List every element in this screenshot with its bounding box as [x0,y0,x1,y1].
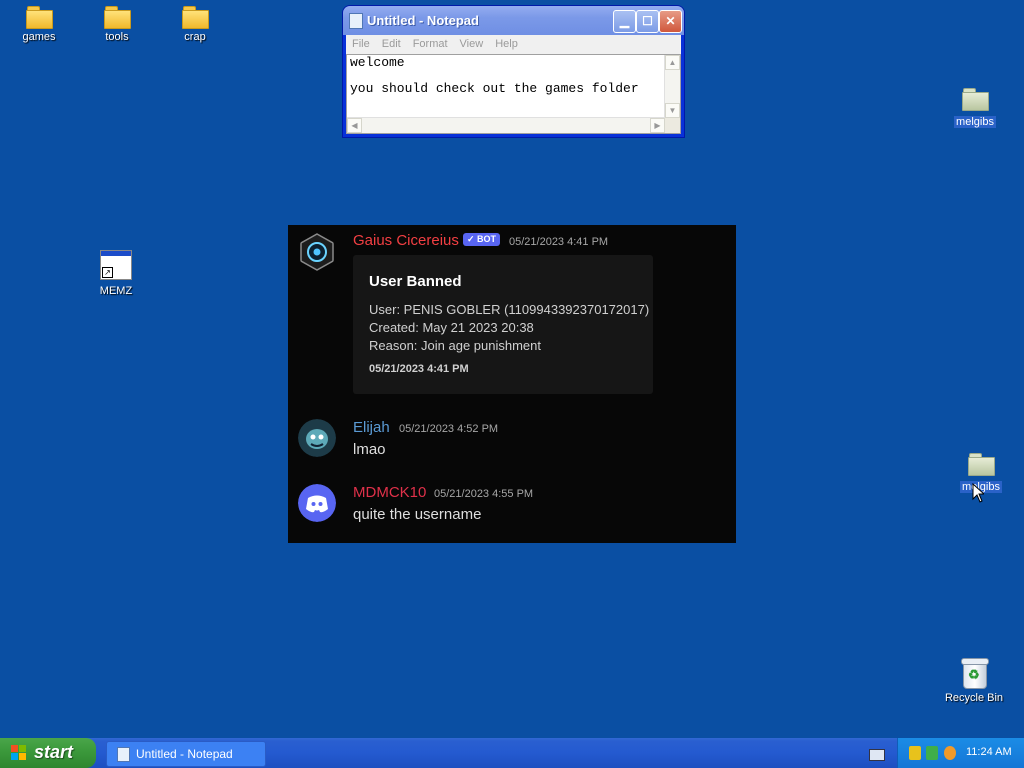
scroll-right-arrow-icon[interactable]: ▶ [650,118,665,133]
desktop-icon-label: Recycle Bin [944,692,1004,704]
notepad-line-2: you should check out the games folder [350,81,639,96]
embed-user-line: User: PENIS GOBLER (1109943392370172017) [369,302,650,317]
menu-edit[interactable]: Edit [376,35,407,50]
taskbar-button-notepad[interactable]: Untitled - Notepad [106,741,266,767]
folder-icon [104,6,131,29]
message-timestamp: 05/21/2023 4:55 PM [434,488,534,500]
desktop-icon-melgibs[interactable]: melgibs [939,88,1011,128]
message-text: lmao [353,441,386,458]
message-text: quite the username [353,506,482,523]
desktop-icon-label: crap [184,31,206,43]
desktop-icon-label: MEMZ [99,285,133,297]
maximize-button[interactable]: ☐ [636,10,659,33]
desktop-icon-recycle-bin[interactable]: ♻ Recycle Bin [938,657,1010,704]
notepad-text-area[interactable]: welcome you should check out the games f… [346,54,681,134]
embed-title: User Banned [369,273,462,290]
menu-format[interactable]: Format [407,35,454,50]
keyboard-icon[interactable] [869,749,885,761]
desktop-icon-label: melgibs [954,116,996,128]
embed-footer-timestamp: 05/21/2023 4:41 PM [369,363,469,375]
notepad-icon [117,747,130,762]
notepad-line-1: welcome [350,55,405,70]
system-tray: 11:24 AM [897,738,1024,768]
bot-badge: ✓ BOT [463,233,501,246]
message-timestamp: 05/21/2023 4:41 PM [509,236,609,248]
scroll-up-arrow-icon[interactable]: ▲ [665,55,680,70]
discord-chat-image: Gaius Cicereius ✓ BOT 05/21/2023 4:41 PM… [288,225,736,543]
window-title: Untitled - Notepad [367,13,479,28]
embed-created-line: Created: May 21 2023 20:38 [369,320,534,335]
folder-icon [968,453,995,476]
discord-default-avatar [298,484,336,522]
resize-grip-icon[interactable] [665,118,680,133]
desktop-icon-label: games [22,31,56,43]
start-button[interactable]: start [0,738,96,768]
magnifier-icon[interactable] [944,746,956,760]
notepad-icon [349,13,363,29]
desktop-icon-crap[interactable]: crap [159,6,231,43]
network-icon[interactable] [926,746,938,760]
menu-view[interactable]: View [454,35,490,50]
message-author[interactable]: Gaius Cicereius [353,232,459,249]
desktop-icon-tools[interactable]: tools [81,6,153,43]
desktop-icon-label: tools [105,31,129,43]
mouse-cursor-icon [972,483,984,503]
vertical-scrollbar[interactable]: ▲ ▼ [664,55,680,118]
recycle-bin-icon: ♻ [960,657,989,689]
shortcut-icon: ↗ [100,250,132,280]
desktop-icon-games[interactable]: games [3,6,75,43]
folder-icon [182,6,209,29]
elijah-avatar [298,419,336,457]
horizontal-scrollbar[interactable]: ◀ ▶ [347,117,665,133]
close-button[interactable]: ✕ [659,10,682,33]
windows-logo-icon [11,745,27,761]
embed-reason-line: Reason: Join age punishment [369,338,542,353]
scroll-down-arrow-icon[interactable]: ▼ [665,103,680,118]
notepad-window[interactable]: Untitled - Notepad ▁ ☐ ✕ File Edit Format V… [343,6,684,137]
taskbar: start Untitled - Notepad 11:24 AM [0,738,1024,768]
folder-icon [26,6,53,29]
security-shield-icon[interactable] [909,746,921,760]
taskbar-button-label: Untitled - Notepad [136,747,233,761]
menu-file[interactable]: File [346,35,376,50]
message-author[interactable]: MDMCK10 [353,484,426,501]
message-author[interactable]: Elijah [353,419,390,436]
desktop-icon-memz[interactable]: ↗ MEMZ [80,250,152,297]
message-timestamp: 05/21/2023 4:52 PM [399,423,499,435]
clock[interactable]: 11:24 AM [966,746,1012,758]
minimize-button[interactable]: ▁ [613,10,636,33]
bot-avatar [300,233,334,271]
folder-icon [962,88,989,111]
scroll-left-arrow-icon[interactable]: ◀ [347,118,362,133]
start-label: start [34,742,74,762]
notepad-titlebar[interactable]: Untitled - Notepad ▁ ☐ ✕ [343,6,684,35]
menu-help[interactable]: Help [489,35,524,50]
ban-embed: User Banned User: PENIS GOBLER (11099433… [353,255,653,394]
